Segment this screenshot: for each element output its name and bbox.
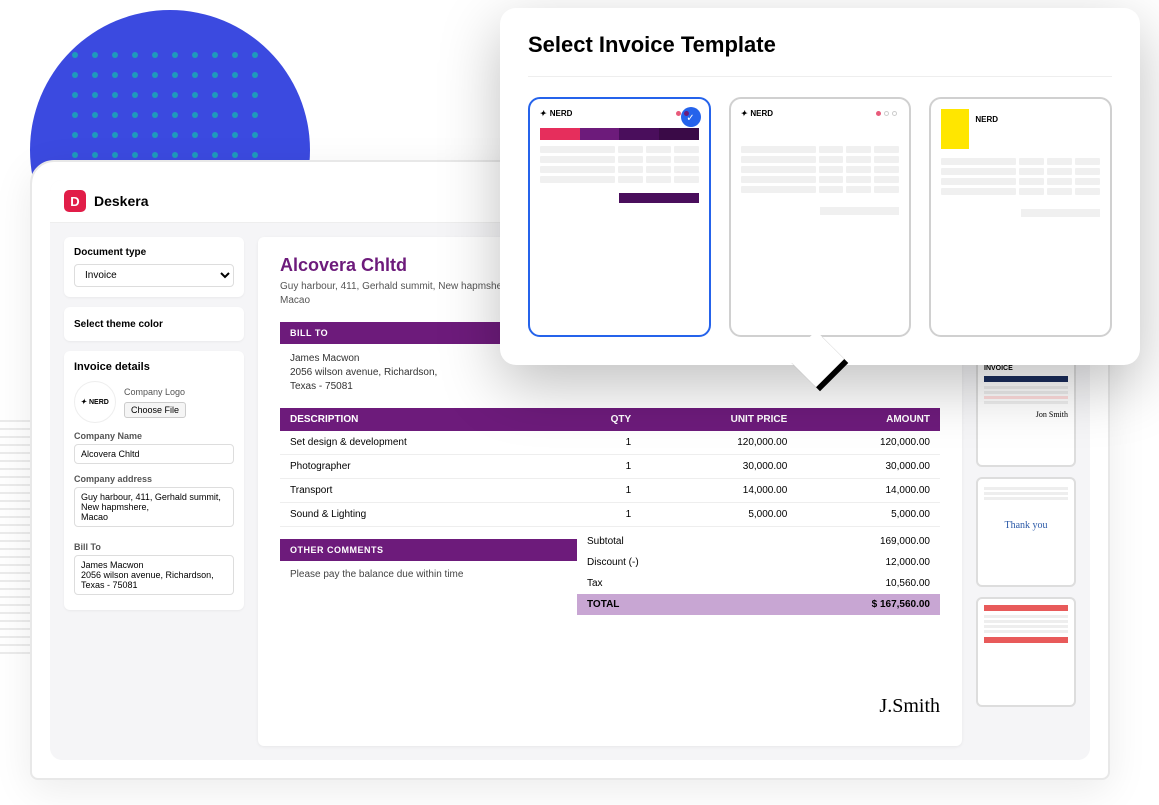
theme-color-swatch[interactable] [208, 317, 234, 331]
company-logo-label: Company Logo [124, 387, 186, 397]
modal-divider [528, 76, 1112, 77]
table-row: Transport114,000.0014,000.00 [280, 479, 940, 503]
col-price: UNIT PRICE [641, 408, 797, 431]
company-name-label: Company Name [74, 431, 234, 441]
template-option-2[interactable]: ✦NERD [729, 97, 912, 337]
col-qty: QTY [559, 408, 642, 431]
invoice-details-title: Invoice details [74, 361, 234, 373]
thumb-template-4[interactable] [976, 597, 1076, 707]
choose-file-button[interactable]: Choose File [124, 402, 186, 418]
tpl-logo: NERD [975, 115, 998, 124]
template-option-3[interactable]: NERD [929, 97, 1112, 337]
thumb-template-2[interactable]: INVOICE Jon Smith [976, 357, 1076, 467]
col-amount: AMOUNT [797, 408, 940, 431]
doc-type-panel: Document type Invoice [64, 237, 244, 297]
bill-to-input[interactable]: James Macwon 2056 wilson avenue, Richard… [74, 555, 234, 595]
company-logo-preview: ✦ NERD [74, 381, 116, 423]
theme-label: Select theme color [74, 319, 163, 330]
col-desc: DESCRIPTION [280, 408, 559, 431]
doc-type-select[interactable]: Invoice [74, 264, 234, 287]
modal-title: Select Invoice Template [528, 32, 1112, 58]
table-row: Set design & development1120,000.00120,0… [280, 431, 940, 455]
thumb-template-3[interactable]: Thank you [976, 477, 1076, 587]
comments-body: Please pay the balance due within time [280, 561, 577, 588]
totals: Subtotal169,000.00 Discount (-)12,000.00… [577, 531, 940, 615]
items-table: DESCRIPTION QTY UNIT PRICE AMOUNT Set de… [280, 408, 940, 527]
check-icon: ✓ [681, 107, 701, 127]
doc-type-label: Document type [74, 247, 234, 258]
brand-name: Deskera [94, 193, 149, 209]
select-template-modal: Select Invoice Template ✓ ✦NERD ✦NERD [500, 8, 1140, 365]
bill-to-label: Bill To [74, 542, 234, 552]
theme-panel: Select theme color [64, 307, 244, 341]
company-name-input[interactable] [74, 444, 234, 464]
company-addr-label: Company address [74, 474, 234, 484]
table-row: Photographer130,000.0030,000.00 [280, 455, 940, 479]
company-addr-input[interactable]: Guy harbour, 411, Gerhald summit, New ha… [74, 487, 234, 527]
template-option-1[interactable]: ✓ ✦NERD [528, 97, 711, 337]
invoice-details-panel: Invoice details ✦ NERD Company Logo Choo… [64, 351, 244, 610]
sidebar: Document type Invoice Select theme color… [64, 237, 244, 746]
brand-logo-icon: D [64, 190, 86, 212]
table-row: Sound & Lighting15,000.005,000.00 [280, 503, 940, 527]
comments-header: OTHER COMMENTS [280, 539, 577, 561]
signature: J.Smith [879, 685, 940, 728]
